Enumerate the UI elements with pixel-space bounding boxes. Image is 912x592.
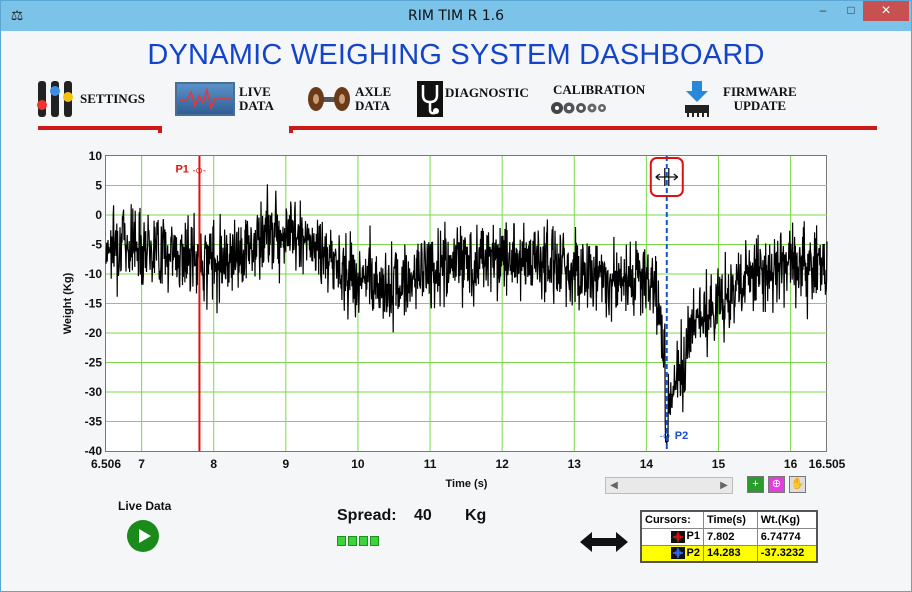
p1-name: P1 [686, 530, 700, 543]
scroll-right-icon[interactable]: ▶ [716, 478, 732, 493]
x-tick-label: 15 [712, 457, 726, 471]
spread-unit: Kg [465, 507, 487, 524]
scroll-left-icon[interactable]: ◀ [606, 478, 622, 493]
zoom-tool-icon[interactable]: ⊕ [768, 476, 785, 493]
cursor-row-p1[interactable]: P1 7.802 6.74774 [640, 527, 818, 546]
spread-value: 40 [414, 507, 432, 524]
cursor-p2-label: P2 [675, 430, 688, 442]
play-button[interactable] [127, 520, 159, 552]
x-tick-label: 16 [784, 457, 798, 471]
cursor-p2-marker: -⊙ [660, 431, 671, 441]
spread-indicator [337, 536, 379, 546]
spread-label: Spread: [337, 507, 397, 524]
chart-scrollbar[interactable]: ◀ ▶ [605, 477, 733, 494]
y-tick-label: -10 [85, 267, 103, 281]
double-arrow-icon[interactable] [579, 531, 629, 553]
cursor-move-tool-icon[interactable]: + [747, 476, 764, 493]
x-tick-label: 10 [351, 457, 365, 471]
cursor-p1-label: P1 [175, 164, 188, 176]
y-tick-label: 0 [95, 208, 102, 222]
weight-col-header: Wt.(Kg) [756, 510, 818, 529]
time-col-header: Time(s) [703, 510, 758, 529]
cursor-row-p2[interactable]: P2 14.283 -37.3232 [640, 544, 818, 563]
x-tick-label: 6.506 [91, 457, 121, 471]
p1-weight: 6.74774 [756, 527, 818, 546]
y-tick-label: -15 [85, 297, 103, 311]
x-tick-label: 8 [210, 457, 217, 471]
spread-segment [359, 536, 368, 546]
cursor-table-header: Cursors: Time(s) Wt.(Kg) [640, 510, 818, 529]
p2-time: 14.283 [703, 544, 758, 563]
x-tick-label: 11 [424, 457, 437, 471]
x-tick-label: 13 [568, 457, 582, 471]
app-window: ⚖ RIM TIM R 1.6 – □ × DYNAMIC WEIGHING S… [0, 0, 912, 592]
p1-time: 7.802 [703, 527, 758, 546]
pan-hand-icon[interactable]: ✋ [789, 476, 806, 493]
y-tick-label: -30 [85, 385, 103, 399]
live-data-label: Live Data [118, 499, 172, 513]
x-tick-label: 9 [282, 457, 289, 471]
spread-segment [337, 536, 346, 546]
p2-name: P2 [686, 547, 700, 560]
cursor-col-header: Cursors: [640, 510, 704, 529]
cursor-table: Cursors: Time(s) Wt.(Kg) P1 7.802 6.7477… [640, 510, 818, 563]
p1-cursor-icon [670, 530, 685, 543]
y-tick-label: -40 [85, 444, 103, 458]
y-tick-label: -5 [91, 238, 102, 252]
y-tick-label: -20 [85, 326, 103, 340]
y-tick-label: -25 [85, 356, 103, 370]
y-tick-label: 10 [89, 149, 103, 163]
x-tick-label: 14 [640, 457, 654, 471]
x-tick-label: 7 [138, 457, 145, 471]
x-tick-label: 12 [495, 457, 509, 471]
p2-cursor-icon [670, 547, 685, 560]
spread-segment [348, 536, 357, 546]
y-tick-label: 5 [95, 179, 102, 193]
spread-segment [370, 536, 379, 546]
x-tick-label: 16.505 [809, 457, 846, 471]
x-axis-label: Time (s) [446, 478, 488, 490]
y-tick-label: -35 [85, 415, 103, 429]
cursor-p1-marker: -⊙- [192, 166, 206, 176]
p2-weight: -37.3232 [756, 544, 818, 563]
y-axis-label: Weight (Kg) [62, 272, 74, 334]
